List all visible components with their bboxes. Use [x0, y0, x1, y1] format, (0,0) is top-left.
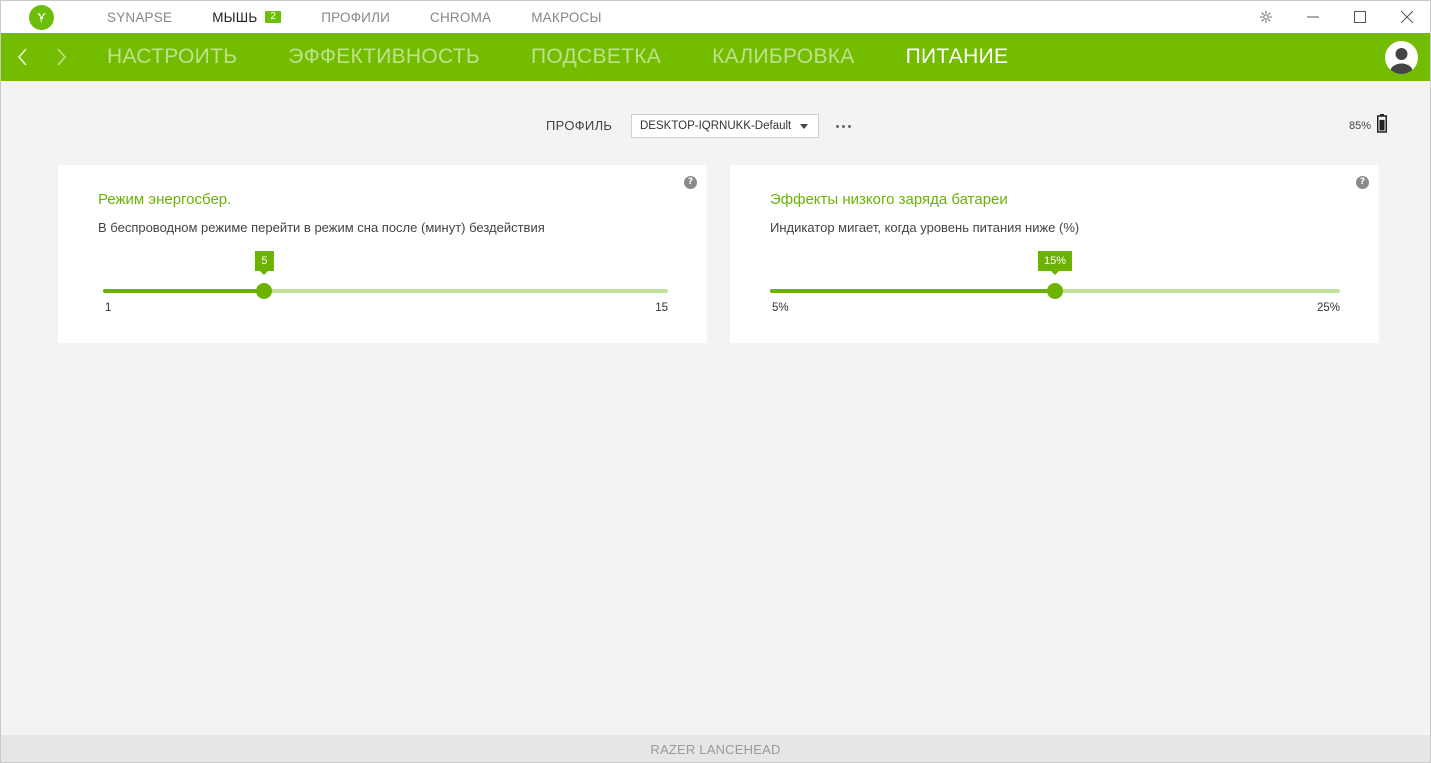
sleep-timeout-slider[interactable]: 5 1 15 [103, 251, 668, 314]
user-avatar-icon[interactable] [1385, 41, 1418, 74]
back-arrow-icon[interactable] [11, 45, 35, 69]
sleep-mode-card: ? Режим энергосбер. В беспроводном режим… [58, 165, 707, 343]
low-battery-card: ? Эффекты низкого заряда батареи Индикат… [730, 165, 1379, 343]
topnav-macros-label: МАКРОСЫ [531, 9, 602, 25]
low-battery-threshold-slider[interactable]: 15% 5% 25% [770, 251, 1340, 314]
slider-value-tooltip: 5 [255, 251, 274, 275]
slider-fill [770, 289, 1055, 293]
tab-power[interactable]: ПИТАНИЕ [906, 45, 1009, 69]
battery-percentage: 85% [1349, 120, 1372, 132]
tab-lighting[interactable]: ПОДСВЕТКА [531, 45, 661, 69]
topnav-synapse-label: SYNAPSE [107, 9, 173, 25]
slider-value-tooltip: 15% [1037, 251, 1073, 275]
app-window: SYNAPSE МЫШЬ 2 ПРОФИЛИ CHROMA МАКРОСЫ НА… [0, 0, 1431, 763]
close-icon [1400, 11, 1413, 23]
razer-logo-icon[interactable] [29, 5, 54, 30]
topnav-chroma-label: CHROMA [430, 9, 492, 25]
topnav-mouse[interactable]: МЫШЬ 2 [212, 9, 282, 25]
profile-dropdown-value: DESKTOP-IQRNUKK-Default [640, 120, 792, 132]
device-name-footer: RAZER LANCEHEAD [1, 735, 1430, 762]
forward-arrow-icon[interactable] [49, 45, 73, 69]
topnav-profiles-label: ПРОФИЛИ [321, 9, 391, 25]
sleep-mode-title: Режим энергосбер. [98, 191, 232, 208]
chevron-down-icon [800, 124, 808, 129]
minimize-icon [1306, 16, 1319, 18]
maximize-button[interactable] [1336, 1, 1383, 33]
window-controls [1242, 1, 1430, 33]
minimize-button[interactable] [1289, 1, 1336, 33]
battery-icon [1377, 114, 1387, 133]
help-icon[interactable]: ? [1356, 176, 1369, 189]
maximize-icon [1353, 11, 1366, 23]
topnav-macros[interactable]: МАКРОСЫ [531, 10, 601, 25]
slider-min-label: 1 [105, 302, 112, 314]
slider-max-label: 15 [655, 302, 668, 314]
tab-calibration[interactable]: КАЛИБРОВКА [712, 45, 854, 69]
slider-thumb[interactable] [256, 283, 273, 299]
title-bar: SYNAPSE МЫШЬ 2 ПРОФИЛИ CHROMA МАКРОСЫ [1, 1, 1430, 33]
close-button[interactable] [1383, 1, 1430, 33]
sub-navigation: НАСТРОИТЬ ЭФФЕКТИВНОСТЬ ПОДСВЕТКА КАЛИБР… [107, 33, 1059, 81]
more-options-icon[interactable] [833, 116, 853, 136]
slider-max-label: 25% [1316, 302, 1340, 314]
slider-min-label: 5% [772, 302, 789, 314]
sleep-mode-description: В беспроводном режиме перейти в режим сн… [98, 220, 545, 235]
profile-dropdown[interactable]: DESKTOP-IQRNUKK-Default [631, 114, 819, 138]
tab-performance[interactable]: ЭФФЕКТИВНОСТЬ [288, 45, 480, 69]
tab-customize[interactable]: НАСТРОИТЬ [107, 45, 237, 69]
section-navigation-bar: НАСТРОИТЬ ЭФФЕКТИВНОСТЬ ПОДСВЕТКА КАЛИБР… [1, 33, 1430, 81]
low-battery-title: Эффекты низкого заряда батареи [770, 191, 1008, 208]
settings-gear-icon[interactable] [1242, 1, 1289, 33]
slider-thumb[interactable] [1047, 283, 1063, 299]
profile-label: ПРОФИЛЬ [546, 118, 613, 133]
topnav-chroma[interactable]: CHROMA [430, 10, 491, 25]
topnav-mouse-label: МЫШЬ [212, 9, 258, 25]
topnav-profiles[interactable]: ПРОФИЛИ [321, 10, 390, 25]
slider-fill [103, 289, 265, 293]
help-icon[interactable]: ? [684, 176, 697, 189]
device-count-badge: 2 [265, 11, 282, 23]
low-battery-description: Индикатор мигает, когда уровень питания … [770, 220, 1080, 235]
top-navigation: SYNAPSE МЫШЬ 2 ПРОФИЛИ CHROMA МАКРОСЫ [107, 1, 642, 33]
topnav-synapse[interactable]: SYNAPSE [107, 10, 172, 25]
